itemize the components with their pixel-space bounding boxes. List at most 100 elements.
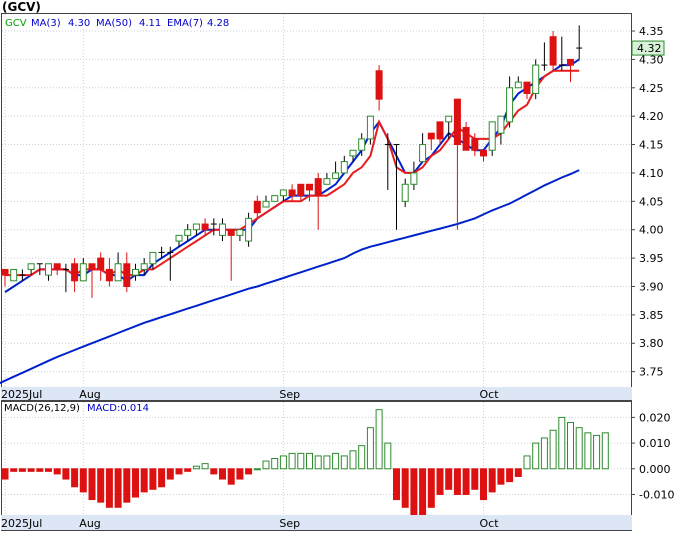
candle-body — [201, 223, 209, 231]
macd-bar — [192, 465, 200, 470]
macd-y-tick-label: 0.000 — [639, 463, 671, 476]
candle-body — [88, 263, 96, 270]
macd-bar — [166, 468, 174, 480]
candle-body — [71, 263, 79, 282]
candle-body — [306, 183, 313, 191]
legend-ema7-label: EMA(7) — [167, 18, 203, 29]
macd-bar — [340, 455, 348, 470]
macd-bar — [514, 468, 522, 477]
candle-body — [279, 189, 287, 197]
candle-body — [236, 229, 244, 236]
macd-bar — [323, 455, 331, 470]
macd-bar — [567, 422, 574, 470]
candle-body — [114, 263, 122, 282]
macd-bar — [471, 468, 479, 490]
macd-bar — [1, 468, 9, 480]
macd-bar — [71, 468, 79, 488]
macd-bar — [523, 455, 531, 470]
candle-body — [132, 268, 139, 276]
price-y-tick-label: 3.75 — [639, 366, 664, 379]
macd-bar — [497, 468, 505, 485]
macd-bar — [366, 427, 374, 470]
candle-body — [532, 64, 540, 94]
candle-body — [53, 263, 61, 270]
price-y-tick-label: 4.05 — [639, 195, 664, 208]
macd-bar — [593, 434, 601, 470]
legend-ema7-value: 4.28 — [207, 18, 229, 29]
macd-bar — [540, 437, 548, 470]
macd-bar — [297, 452, 305, 470]
candle — [10, 268, 18, 282]
macd-bar — [184, 468, 192, 472]
macd-x-tick-label: Aug — [79, 517, 100, 530]
macd-bar — [201, 463, 209, 470]
macd-bar — [175, 468, 183, 475]
macd-legend-symbol: MACD(26,12,9) — [4, 403, 80, 414]
macd-bar — [375, 409, 383, 470]
price-y-tick-label: 4.25 — [639, 82, 664, 95]
macd-bar — [584, 432, 592, 470]
price-legend: GCV MA(3) 4.30 MA(50) 4.11 EMA(7) 4.28 — [3, 16, 235, 29]
macd-bar — [288, 452, 296, 470]
macd-y-axis: 0.020 0.010 0.000 -0.010 — [631, 411, 674, 501]
macd-bar — [53, 468, 61, 475]
macd-bar — [401, 468, 409, 508]
candle-body — [340, 161, 348, 174]
macd-bar — [558, 416, 566, 470]
candle-body — [288, 189, 296, 197]
macd-bar — [36, 468, 44, 472]
macd-bar — [419, 468, 427, 521]
price-x-tick-label: Aug — [79, 388, 100, 401]
candle-body — [375, 70, 383, 100]
macd-bar — [314, 455, 322, 470]
macd-bar — [105, 468, 113, 508]
macd-bar — [27, 468, 35, 472]
candle-body — [480, 149, 487, 157]
macd-bar — [149, 468, 157, 490]
legend-symbol: GCV — [5, 18, 27, 29]
candle-body — [149, 251, 157, 265]
price-y-tick-label: 4.00 — [639, 224, 664, 237]
price-y-tick-label: 3.80 — [639, 337, 664, 350]
macd-bar — [445, 468, 453, 490]
last-price-badge: 4.32 — [631, 40, 665, 56]
price-x-tick-label: Oct — [480, 388, 500, 401]
macd-bar — [97, 468, 105, 503]
macd-bar — [575, 427, 583, 470]
price-y-tick-label: 4.20 — [639, 110, 664, 123]
candle-body — [297, 183, 305, 197]
candle-body — [419, 144, 427, 163]
macd-bar — [114, 468, 122, 508]
candle-body — [436, 121, 444, 140]
candle-body — [175, 234, 183, 242]
candle-body — [262, 200, 270, 208]
candle-body — [401, 183, 409, 202]
candle-body — [453, 98, 461, 146]
price-y-tick-label: 3.85 — [639, 309, 664, 322]
legend-ma50-label: MA(50) — [96, 18, 132, 29]
macd-bar — [18, 468, 26, 472]
macd-y-tick-label: 0.010 — [639, 437, 671, 450]
macd-bar — [349, 450, 357, 470]
legend-ma50-value: 4.11 — [139, 18, 161, 29]
candle-body — [1, 268, 9, 276]
macd-bar — [245, 468, 253, 475]
macd-bar — [480, 468, 487, 501]
macd-bar — [306, 452, 313, 470]
candle-body — [332, 172, 340, 180]
price-y-tick-label: 3.90 — [639, 280, 664, 293]
macd-bar — [462, 468, 470, 495]
candle-body — [471, 138, 479, 151]
candle-body — [358, 138, 366, 151]
macd-bar — [427, 468, 435, 508]
candle-body — [27, 263, 35, 270]
macd-bar — [393, 468, 400, 501]
macd-bar — [549, 429, 557, 470]
candle-body — [567, 58, 574, 66]
candle-body — [10, 268, 18, 282]
macd-bar — [79, 468, 87, 493]
candle-body — [445, 115, 453, 123]
macd-x-tick-label: 2025Jul — [1, 517, 42, 530]
candle-body — [271, 195, 279, 202]
macd-x-tick-label: Oct — [480, 517, 500, 530]
